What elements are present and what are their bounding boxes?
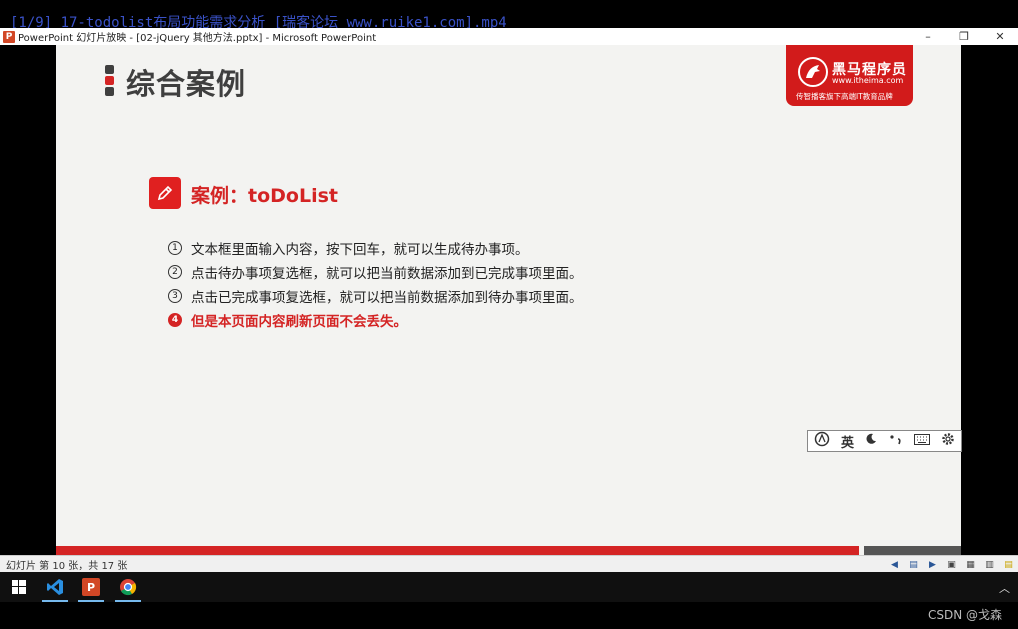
status-bar: 幻灯片 第 10 张，共 17 张 ◀ ▤ ▶ ▣ ▦ ▥ ▤	[0, 555, 1018, 572]
chrome-icon[interactable]	[111, 572, 145, 602]
list-item-text: 点击待办事项复选框，就可以把当前数据添加到已完成事项里面。	[191, 266, 583, 282]
chevron-up-icon[interactable]: ︿	[999, 580, 1010, 596]
list-item: 4 但是本页面内容刷新页面不会丢失。	[168, 308, 583, 332]
list-item: 2 点击待办事项复选框，就可以把当前数据添加到已完成事项里面。	[168, 260, 583, 284]
slide-footer-bar	[56, 546, 859, 555]
requirement-list: 1 文本框里面输入内容，按下回车，就可以生成待办事项。 2 点击待办事项复选框，…	[168, 236, 583, 332]
watermark: CSDN @戈森	[927, 608, 1002, 622]
list-item-text: 文本框里面输入内容，按下回车，就可以生成待办事项。	[191, 242, 529, 258]
horse-logo-icon	[798, 57, 828, 87]
pencil-icon	[149, 177, 181, 209]
ime-toolbar: 英	[807, 430, 962, 452]
close-button[interactable]: ✕	[982, 28, 1018, 45]
window-title: PowerPoint 幻灯片放映 - [02-jQuery 其他方法.pptx]…	[18, 33, 377, 44]
list-number: 1	[168, 241, 182, 255]
title-bar: P PowerPoint 幻灯片放映 - [02-jQuery 其他方法.ppt…	[0, 28, 1018, 45]
status-controls: ◀ ▤ ▶ ▣ ▦ ▥ ▤	[885, 556, 1018, 573]
restore-button[interactable]: ❐	[946, 28, 982, 45]
reading-view-icon[interactable]: ▥	[983, 559, 996, 570]
ime-language-toggle[interactable]: 英	[841, 432, 854, 451]
minimize-button[interactable]: –	[910, 28, 946, 45]
normal-view-icon[interactable]: ▣	[945, 559, 958, 570]
list-item-text: 点击已完成事项复选框，就可以把当前数据添加到待办事项里面。	[191, 290, 583, 306]
brand-url: www.itheima.com	[832, 76, 904, 85]
brand-slogan: 传智播客旗下高端IT教育品牌	[796, 92, 893, 101]
next-slide-icon[interactable]: ▶	[926, 559, 939, 570]
punctuation-icon[interactable]	[889, 433, 903, 449]
moon-icon[interactable]	[865, 433, 877, 449]
slide-footer-bar-gray	[864, 546, 961, 555]
keyboard-icon[interactable]	[913, 433, 930, 449]
case-title: 案例：toDoList	[191, 185, 338, 207]
slide-counter: 幻灯片 第 10 张，共 17 张	[6, 560, 128, 572]
windows-start-icon[interactable]	[2, 572, 36, 602]
list-number: 4	[168, 313, 182, 327]
window-controls: – ❐ ✕	[910, 28, 1018, 45]
gear-icon[interactable]	[941, 432, 955, 450]
powerpoint-taskbar-icon[interactable]: P	[74, 572, 108, 602]
powerpoint-app-icon: P	[3, 30, 15, 43]
vscode-icon[interactable]	[38, 572, 72, 602]
ime-logo-icon[interactable]	[814, 431, 830, 451]
list-number: 2	[168, 265, 182, 279]
previous-slide-icon[interactable]: ◀	[888, 559, 901, 570]
list-number: 3	[168, 289, 182, 303]
slideshow-view-icon[interactable]: ▤	[1002, 559, 1015, 570]
title-marker-icon	[105, 65, 114, 98]
menu-icon[interactable]: ▤	[907, 559, 920, 570]
slideshow-stage: 综合案例 黑马程序员 www.itheima.com 传智播客旗下高端IT教育品…	[0, 45, 1018, 555]
slide-sorter-icon[interactable]: ▦	[964, 559, 977, 570]
taskbar: P ︿	[0, 572, 1018, 602]
powerpoint-window: P PowerPoint 幻灯片放映 - [02-jQuery 其他方法.ppt…	[0, 28, 1018, 572]
brand-logo: 黑马程序员 www.itheima.com 传智播客旗下高端IT教育品牌	[786, 45, 913, 106]
slide-title: 综合案例	[126, 67, 247, 101]
list-item: 1 文本框里面输入内容，按下回车，就可以生成待办事项。	[168, 236, 583, 260]
list-item: 3 点击已完成事项复选框，就可以把当前数据添加到待办事项里面。	[168, 284, 583, 308]
list-item-text: 但是本页面内容刷新页面不会丢失。	[191, 314, 407, 330]
slide[interactable]: 综合案例 黑马程序员 www.itheima.com 传智播客旗下高端IT教育品…	[56, 45, 961, 555]
